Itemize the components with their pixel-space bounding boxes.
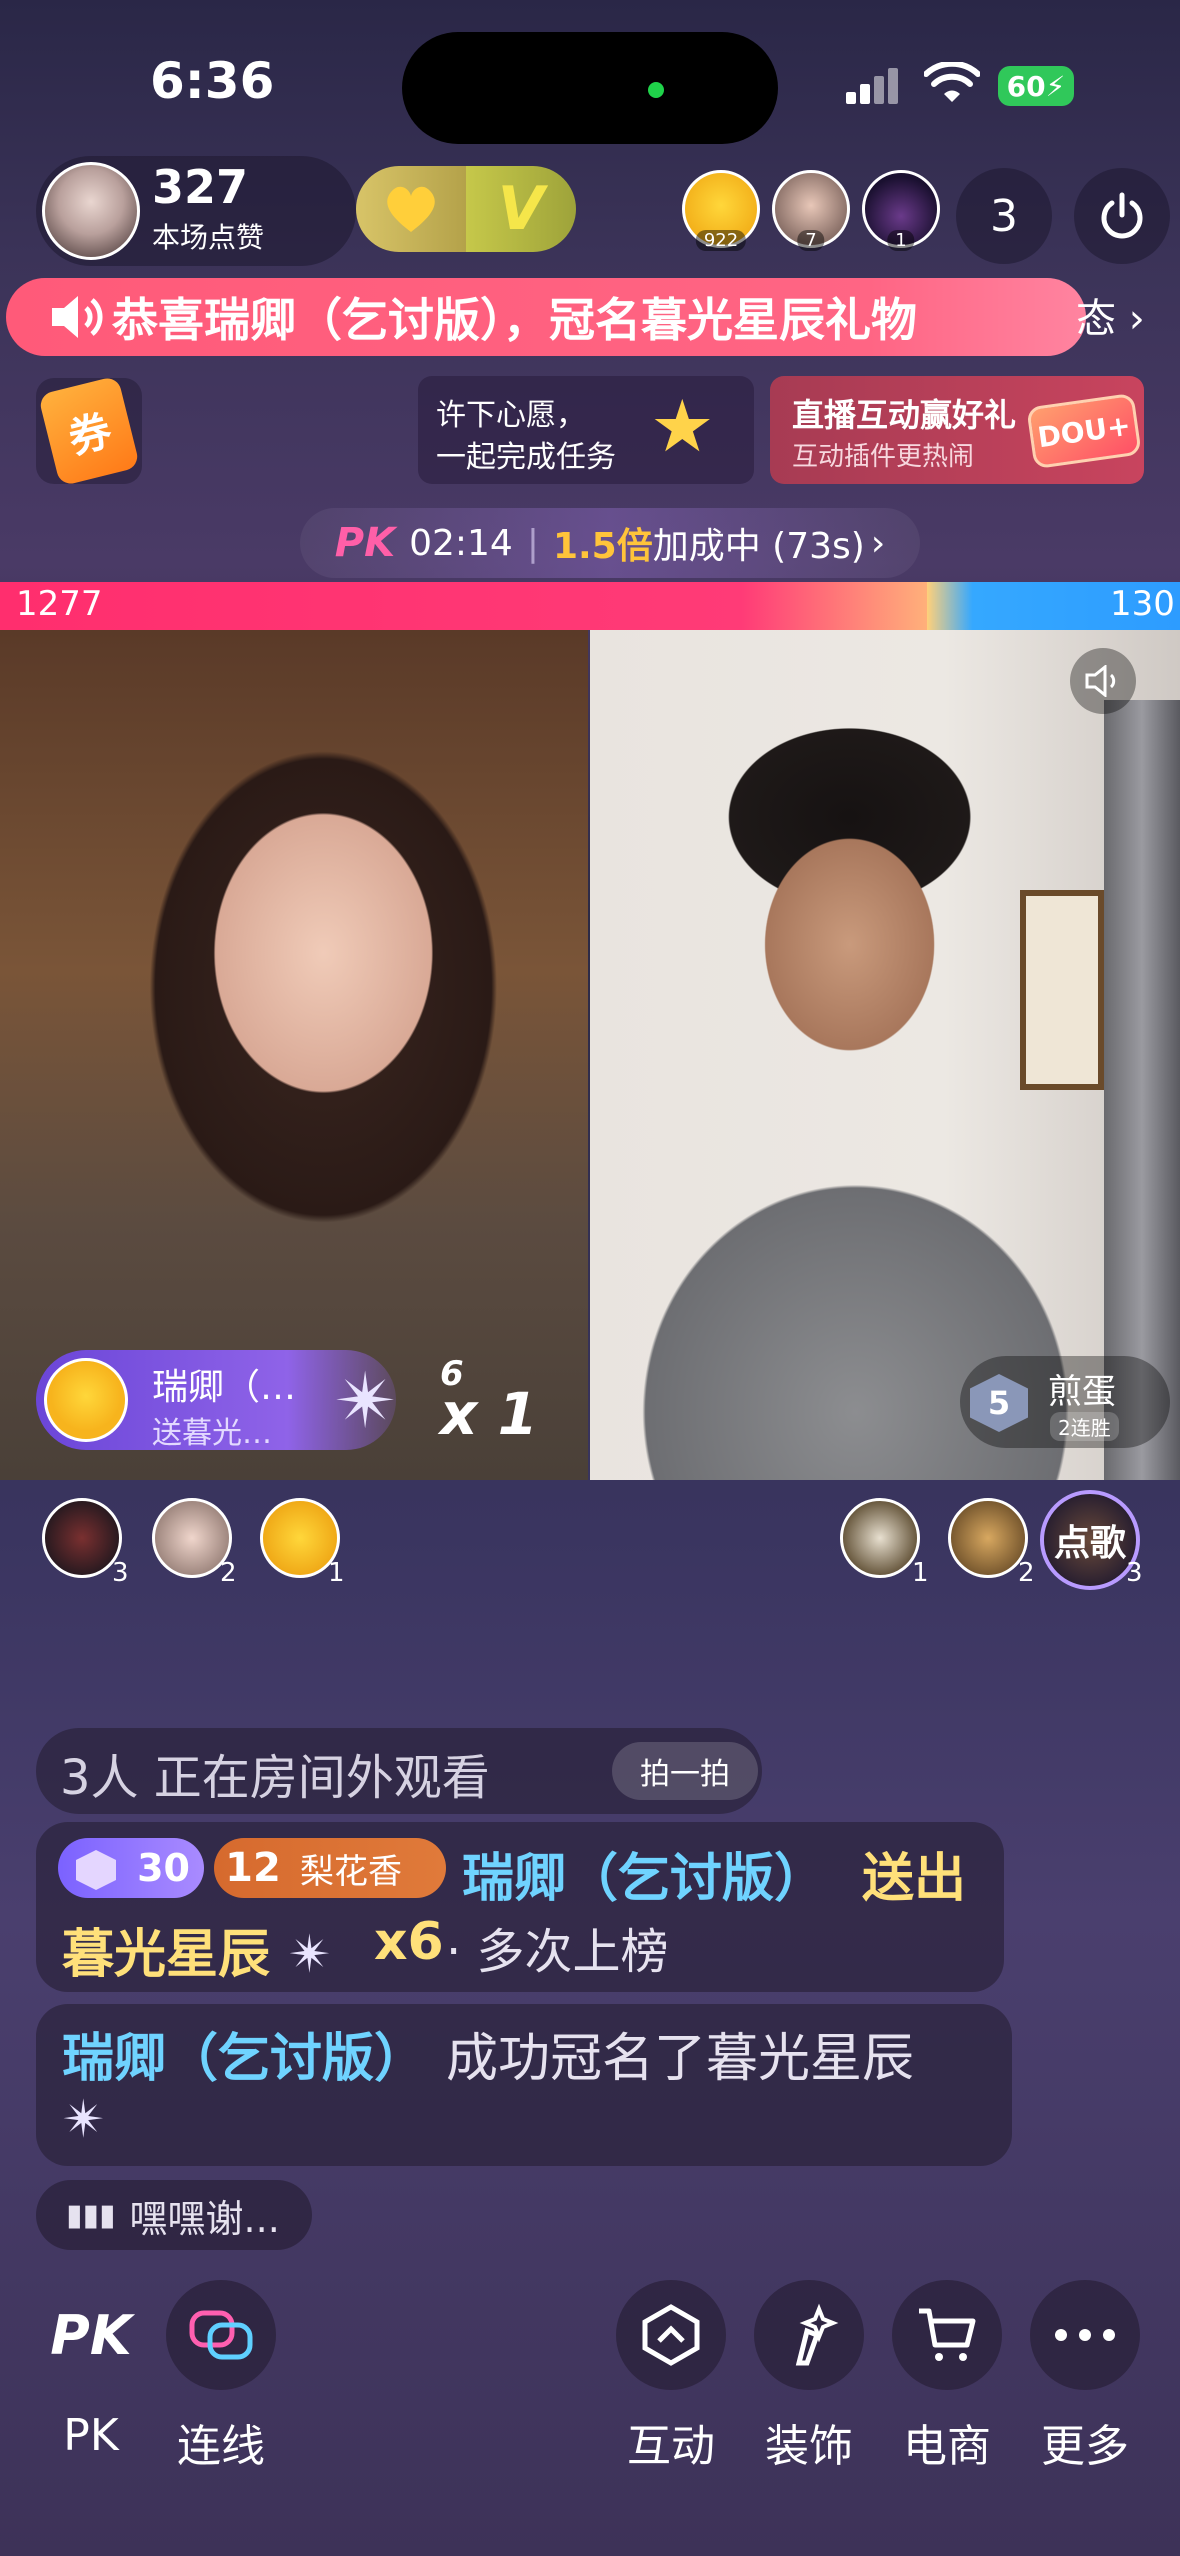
cart-icon [892,2280,1002,2390]
battery-indicator: 60 ⚡ [998,66,1074,106]
chat-username[interactable]: 瑞卿（乞讨版） [462,1836,826,1911]
heart-icon [387,186,435,232]
toolbar-label: 更多 [1041,2421,1129,2472]
chat-username[interactable]: 瑞卿（乞讨版） [62,2016,426,2091]
decorate-icon [754,2280,864,2390]
pk-icon: PK [50,2303,132,2367]
contributor-rank: 1 [328,1558,345,1588]
chevron-right-icon: › [870,522,886,564]
gift-star-icon: ✴ [62,2090,106,2150]
gifter-avatar[interactable] [44,1358,128,1442]
link-icon [166,2280,276,2390]
chat-tail-text: · 多次上榜 [446,1924,669,1980]
background-wall-scroll [1020,890,1104,1090]
audio-bars-icon: ▮▮▮ [66,2197,116,2233]
opponent-streak: 2连胜 [1050,1412,1119,1441]
wifi-icon [923,60,981,106]
live-reward-title: 直播互动赢好礼 [792,396,1017,434]
viewer-rank: 7 [797,230,825,251]
battery-level: 60 [1006,69,1046,103]
cellular-signal-icon [846,64,902,104]
viewer-count[interactable]: 3 [956,168,1052,264]
contributor-rank: 1 [912,1558,929,1588]
power-icon[interactable] [1074,168,1170,264]
wish-line-1: 许下心愿， [436,398,586,433]
chat-action: 成功冠名了暮光星辰 [446,2029,915,2089]
gifter-name: 瑞卿（… [152,1367,297,1408]
gift-combo-count: x 1 [440,1380,538,1448]
fan-club-name: 梨花香 [300,1851,402,1892]
viewer-avatar[interactable]: 922 [682,170,760,251]
song-request-button[interactable]: 点歌 [1040,1490,1140,1590]
viewer-avatar[interactable]: 1 [862,170,940,251]
pk-score-right: 130 [1110,584,1175,624]
wish-line-2: 一起完成任务 [436,440,616,475]
contributor-rank: 2 [220,1558,237,1588]
toolbar-label: 电商 [903,2421,991,2472]
pk-score-left-bar [0,582,927,630]
toolbar-interact[interactable]: 互动 [616,2280,726,2474]
camera-indicator-icon [648,82,664,98]
opponent-name: 煎蛋 [1048,1372,1116,1412]
pk-multiplier: 1.5倍 [552,526,653,567]
contributor-rank: 3 [1126,1558,1143,1588]
chat-gift-count: x6 [374,1912,444,1972]
outside-viewers-text: 3人 正在房间外观看 [60,1750,490,1806]
speaker-icon [52,296,103,338]
host-avatar[interactable] [42,162,140,260]
vip-badge[interactable]: V [466,166,576,252]
viewer-rank: 1 [887,230,915,251]
toolbar-decorate[interactable]: 装饰 [754,2280,864,2474]
more-icon [1030,2280,1140,2390]
toolbar-link[interactable]: 连线 [166,2280,276,2474]
contributor-avatar[interactable] [948,1498,1028,1578]
gift-star-icon: ✴ [270,1925,332,1985]
chat-gift-name: 暮光星辰 ✴ [62,1912,332,1987]
pk-time: 02:14 [409,522,513,564]
pk-status: 加成中 (73s) [652,526,865,567]
pat-button[interactable]: 拍一拍 [612,1742,758,1800]
banner-text: 恭喜瑞卿（乞讨版），冠名暮光星辰礼物 [112,293,917,347]
toolbar-pk[interactable]: PK PK [36,2280,146,2462]
chat-action: 送出 [862,1849,967,1909]
toolbar-label: 装饰 [765,2421,853,2472]
voice-message-preview[interactable]: ▮▮▮ 嘿嘿谢... [36,2180,312,2250]
pk-separator: | [526,522,539,564]
dynamic-island [402,32,778,144]
pk-score-left: 1277 [16,584,103,624]
voice-preview-text: 嘿嘿谢... [129,2196,280,2241]
volume-icon[interactable] [1070,648,1136,714]
interact-icon [616,2280,726,2390]
gift-star-icon: ✴ [334,1356,398,1445]
toolbar-more[interactable]: 更多 [1030,2280,1140,2474]
pk-logo: PK [334,520,396,566]
viewer-rank: 922 [695,230,747,251]
contributor-rank: 3 [112,1558,129,1588]
toolbar-commerce[interactable]: 电商 [892,2280,1002,2474]
fan-heart-badge[interactable] [356,166,466,252]
contributor-avatar[interactable] [840,1498,920,1578]
gift-name-text: 暮光星辰 [62,1925,271,1985]
live-reward-subtitle: 互动插件更热闹 [792,442,975,472]
pk-timer-bar[interactable]: PK 02:14 | 1.5倍 加成中 (73s) › [300,508,920,578]
viewer-avatar[interactable]: 7 [772,170,850,251]
gift-description: 送暮光… [152,1416,272,1451]
star-icon: ★ [650,384,715,468]
toolbar-label: 连线 [177,2421,265,2472]
gift-announcement-banner[interactable]: 恭喜瑞卿（乞讨版），冠名暮光星辰礼物 [6,278,1086,356]
fan-level-icon: 12 [225,1845,281,1891]
contributor-avatar[interactable] [42,1498,122,1578]
status-time: 6:36 [150,52,275,110]
host-likes-count: 327 [152,160,249,214]
toolbar-label: PK [63,2410,119,2461]
toolbar-label: 互动 [627,2421,715,2472]
host-likes-label: 本场点赞 [152,221,265,254]
banner-tail[interactable]: 态 › [1076,286,1145,344]
contributor-rank: 2 [1018,1558,1035,1588]
